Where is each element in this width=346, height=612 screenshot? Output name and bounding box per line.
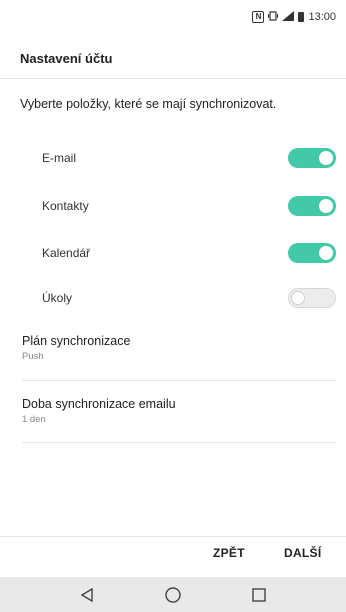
page-title: Nastavení účtu bbox=[20, 51, 113, 66]
nav-back-icon[interactable] bbox=[75, 583, 99, 607]
contacts-toggle[interactable] bbox=[288, 196, 336, 216]
vibrate-icon bbox=[268, 10, 279, 24]
nav-recents-icon[interactable] bbox=[247, 583, 271, 607]
divider bbox=[22, 380, 336, 381]
sync-item-label: E-mail bbox=[42, 151, 77, 165]
sync-item-tasks[interactable]: Úkoly bbox=[0, 280, 346, 316]
sync-item-contacts[interactable]: Kontakty bbox=[0, 188, 346, 224]
sync-item-calendar[interactable]: Kalendář bbox=[0, 235, 346, 271]
instruction-text: Vyberte položky, které se mají synchroni… bbox=[20, 97, 277, 111]
nfc-icon: N bbox=[252, 11, 265, 23]
sync-schedule-setting[interactable]: Plán synchronizace Push bbox=[0, 334, 346, 362]
setting-value: 1 den bbox=[22, 414, 46, 425]
setting-title: Plán synchronizace bbox=[22, 334, 131, 348]
status-time: 13:00 bbox=[308, 11, 336, 23]
nav-home-icon[interactable] bbox=[161, 583, 185, 607]
email-toggle[interactable] bbox=[288, 148, 336, 168]
back-button[interactable]: ZPĚT bbox=[213, 546, 245, 560]
sync-item-label: Kalendář bbox=[42, 246, 91, 260]
battery-icon bbox=[298, 12, 305, 22]
status-bar: N 13:00 bbox=[0, 0, 346, 34]
title-divider bbox=[0, 78, 346, 79]
sync-item-label: Úkoly bbox=[42, 291, 73, 305]
setting-title: Doba synchronizace emailu bbox=[22, 397, 176, 411]
sync-item-label: Kontakty bbox=[42, 199, 89, 213]
calendar-toggle[interactable] bbox=[288, 243, 336, 263]
signal-icon bbox=[282, 10, 295, 24]
footer-divider bbox=[0, 536, 346, 537]
tasks-toggle[interactable] bbox=[288, 288, 336, 308]
navigation-bar bbox=[0, 577, 346, 612]
next-button[interactable]: DALŠÍ bbox=[284, 546, 322, 560]
setting-value: Push bbox=[22, 351, 44, 362]
email-sync-period-setting[interactable]: Doba synchronizace emailu 1 den bbox=[0, 397, 346, 425]
divider bbox=[22, 442, 336, 443]
sync-item-email[interactable]: E-mail bbox=[0, 140, 346, 176]
